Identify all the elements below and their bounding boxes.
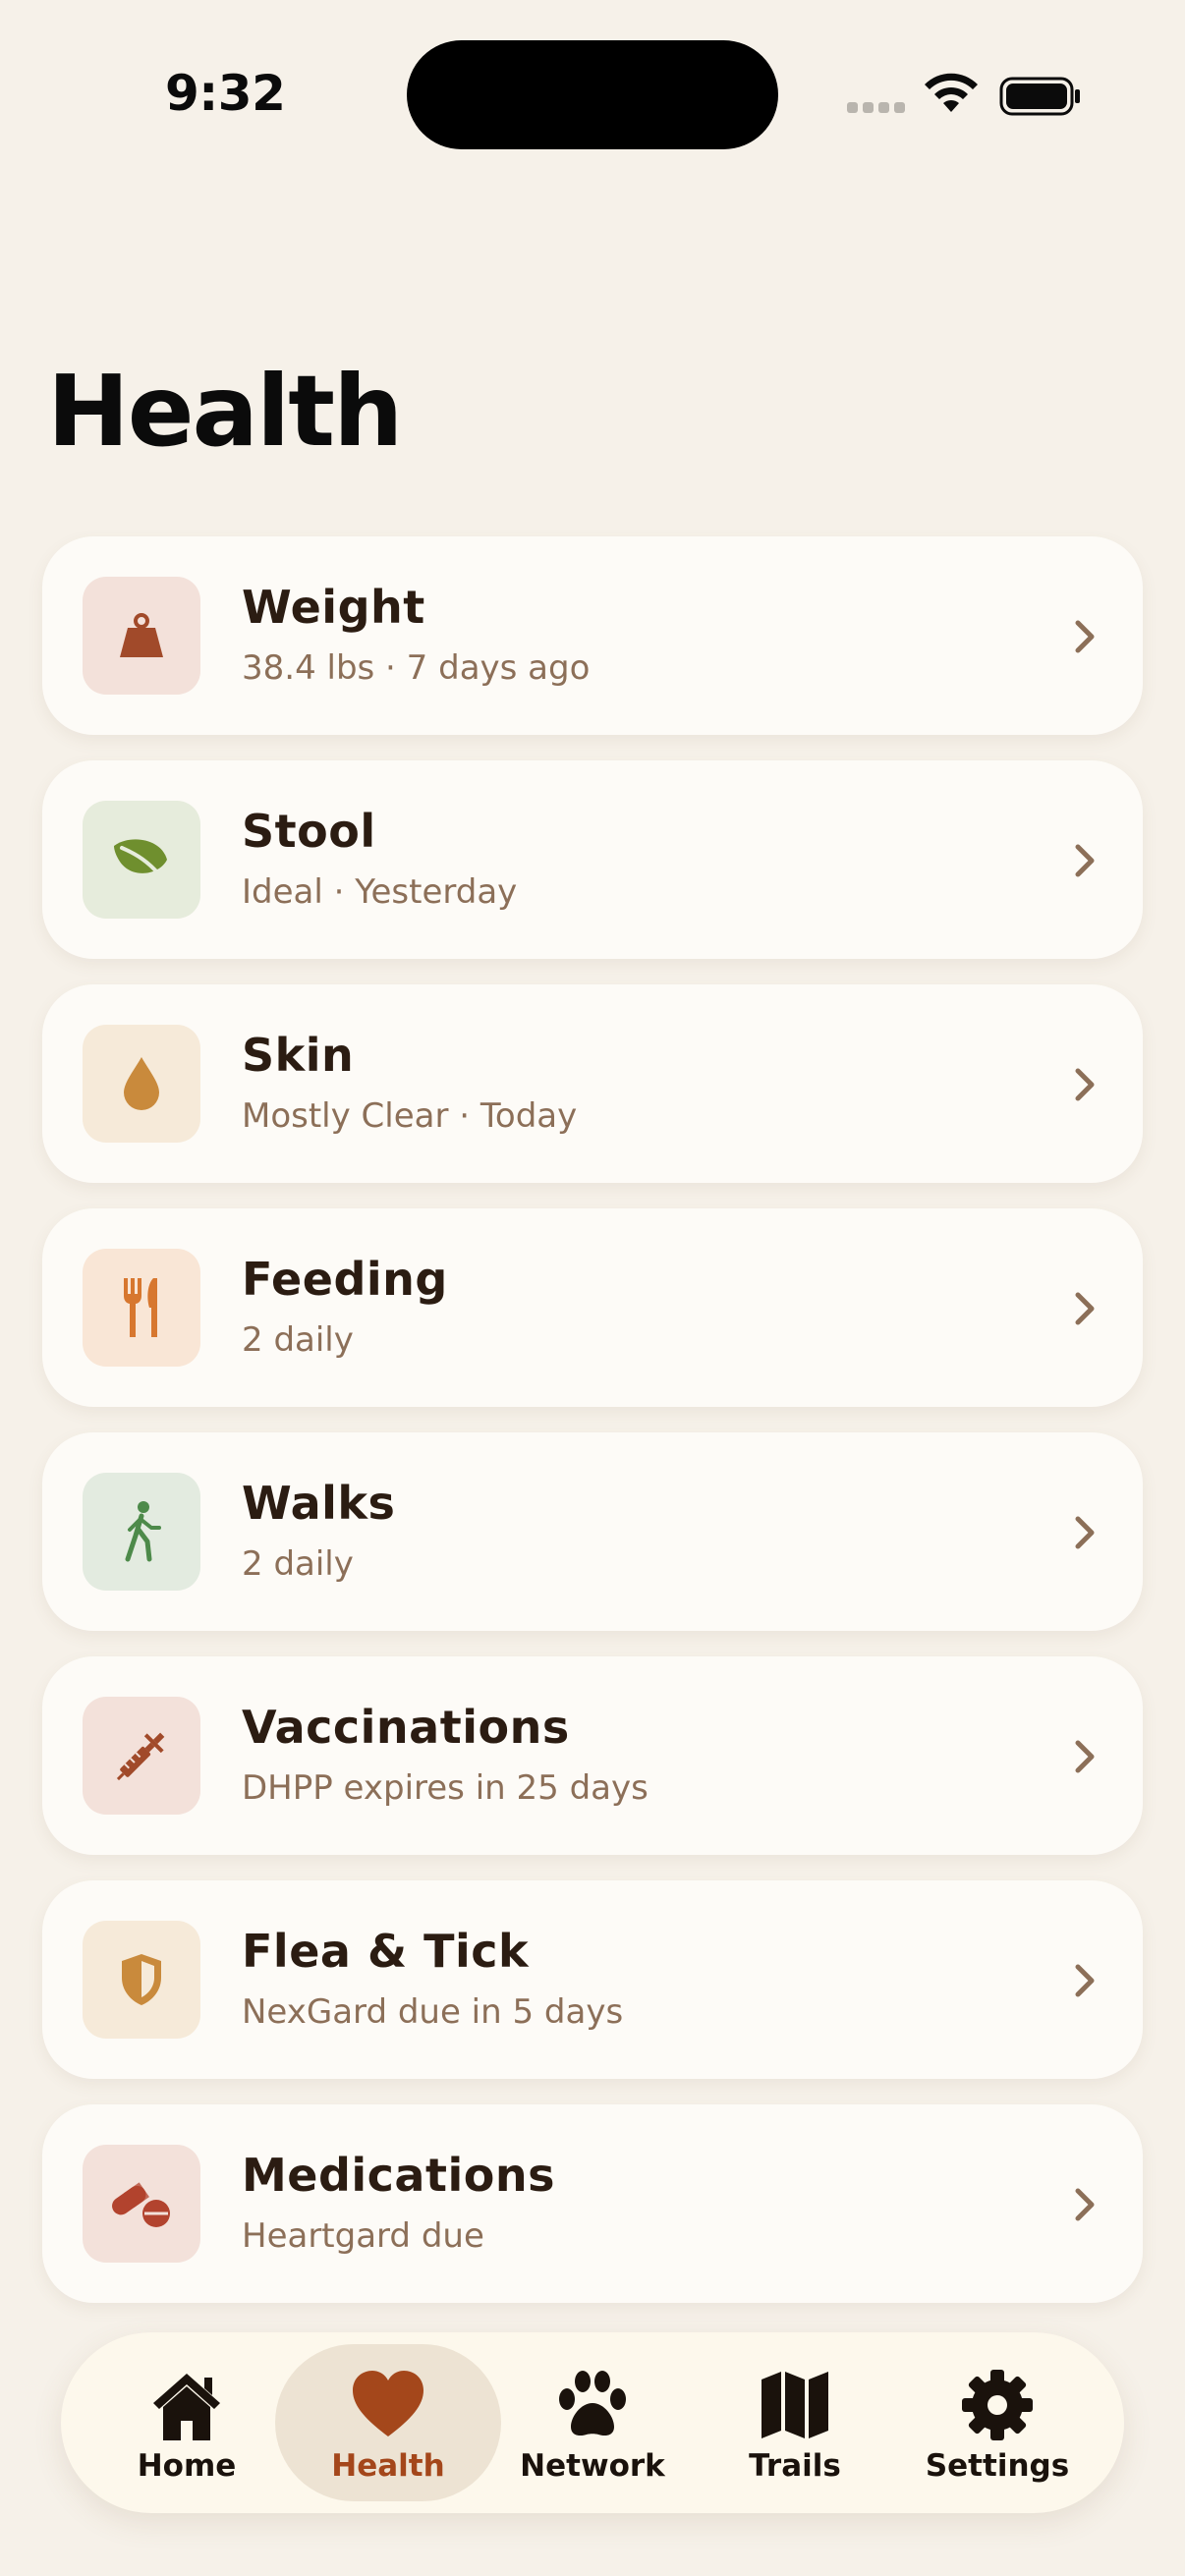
fork-knife-icon-box	[83, 1249, 200, 1367]
item-subtitle: 38.4 lbs · 7 days ago	[242, 648, 591, 688]
chevron-right-icon	[1075, 1292, 1095, 1325]
item-subtitle: 2 daily	[242, 1544, 354, 1584]
tab-label: Health	[331, 2448, 445, 2484]
leaf-icon-box	[83, 801, 200, 919]
health-item-weight[interactable]: Weight 38.4 lbs · 7 days ago	[42, 536, 1143, 735]
item-title: Walks	[242, 1477, 396, 1530]
health-item-vaccinations[interactable]: Vaccinations DHPP expires in 25 days	[42, 1656, 1143, 1855]
weight-icon	[120, 613, 163, 657]
health-item-walks[interactable]: Walks 2 daily	[42, 1432, 1143, 1631]
cellular-signal-icon	[847, 102, 908, 116]
chevron-right-icon	[1075, 620, 1095, 653]
walking-person-icon	[125, 1501, 161, 1562]
item-title: Stool	[242, 805, 376, 858]
status-bar: 9:32	[0, 0, 1185, 196]
tab-label: Settings	[925, 2448, 1070, 2484]
status-time: 9:32	[165, 65, 286, 122]
item-title: Weight	[242, 581, 425, 634]
tab-health[interactable]: Health	[275, 2332, 501, 2513]
item-title: Medications	[242, 2149, 555, 2202]
page-title: Health	[47, 354, 403, 469]
fork-knife-icon	[124, 1278, 157, 1337]
dynamic-island	[407, 40, 778, 149]
item-subtitle: Heartgard due	[242, 2216, 484, 2256]
house-icon	[153, 2374, 220, 2440]
item-subtitle: 2 daily	[242, 1320, 354, 1360]
map-icon	[762, 2372, 828, 2438]
wifi-icon	[925, 73, 978, 112]
health-item-skin[interactable]: Skin Mostly Clear · Today	[42, 984, 1143, 1183]
item-subtitle: NexGard due in 5 days	[242, 1992, 624, 2032]
drop-icon-box	[83, 1025, 200, 1143]
chevron-right-icon	[1075, 844, 1095, 877]
heart-icon	[353, 2371, 423, 2436]
health-item-flea-tick[interactable]: Flea & Tick NexGard due in 5 days	[42, 1880, 1143, 2079]
item-subtitle: Ideal · Yesterday	[242, 872, 518, 912]
health-item-feeding[interactable]: Feeding 2 daily	[42, 1208, 1143, 1407]
tab-label: Trails	[749, 2448, 841, 2484]
weight-icon-box	[83, 577, 200, 695]
chevron-right-icon	[1075, 1964, 1095, 1997]
pills-icon	[112, 2182, 170, 2227]
chevron-right-icon	[1075, 1516, 1095, 1549]
tab-label: Home	[137, 2448, 237, 2484]
pills-icon-box	[83, 2145, 200, 2263]
gear-icon	[962, 2370, 1033, 2440]
item-title: Vaccinations	[242, 1701, 570, 1754]
item-title: Skin	[242, 1029, 355, 1082]
syringe-icon	[116, 1732, 165, 1781]
item-subtitle: DHPP expires in 25 days	[242, 1768, 649, 1808]
health-item-stool[interactable]: Stool Ideal · Yesterday	[42, 760, 1143, 959]
shield-icon-box	[83, 1921, 200, 2039]
item-title: Feeding	[242, 1253, 448, 1306]
tab-home[interactable]: Home	[88, 2332, 285, 2513]
item-subtitle: Mostly Clear · Today	[242, 1096, 578, 1136]
tab-trails[interactable]: Trails	[697, 2332, 893, 2513]
tab-network[interactable]: Network	[494, 2332, 691, 2513]
tab-bar: Home Health Network Trails Settings	[61, 2332, 1124, 2513]
tab-settings[interactable]: Settings	[899, 2332, 1096, 2513]
leaf-icon	[114, 839, 167, 881]
tab-label: Network	[520, 2448, 665, 2484]
chevron-right-icon	[1075, 2188, 1095, 2221]
chevron-right-icon	[1075, 1068, 1095, 1101]
chevron-right-icon	[1075, 1740, 1095, 1773]
walking-person-icon-box	[83, 1473, 200, 1591]
paw-icon	[559, 2371, 626, 2436]
battery-icon	[999, 77, 1080, 116]
shield-icon	[122, 1954, 161, 2005]
health-list: Weight 38.4 lbs · 7 days ago Stool Ideal…	[42, 536, 1143, 2328]
syringe-icon-box	[83, 1697, 200, 1815]
item-title: Flea & Tick	[242, 1925, 530, 1978]
health-item-medications[interactable]: Medications Heartgard due	[42, 2104, 1143, 2303]
drop-icon	[124, 1057, 159, 1110]
